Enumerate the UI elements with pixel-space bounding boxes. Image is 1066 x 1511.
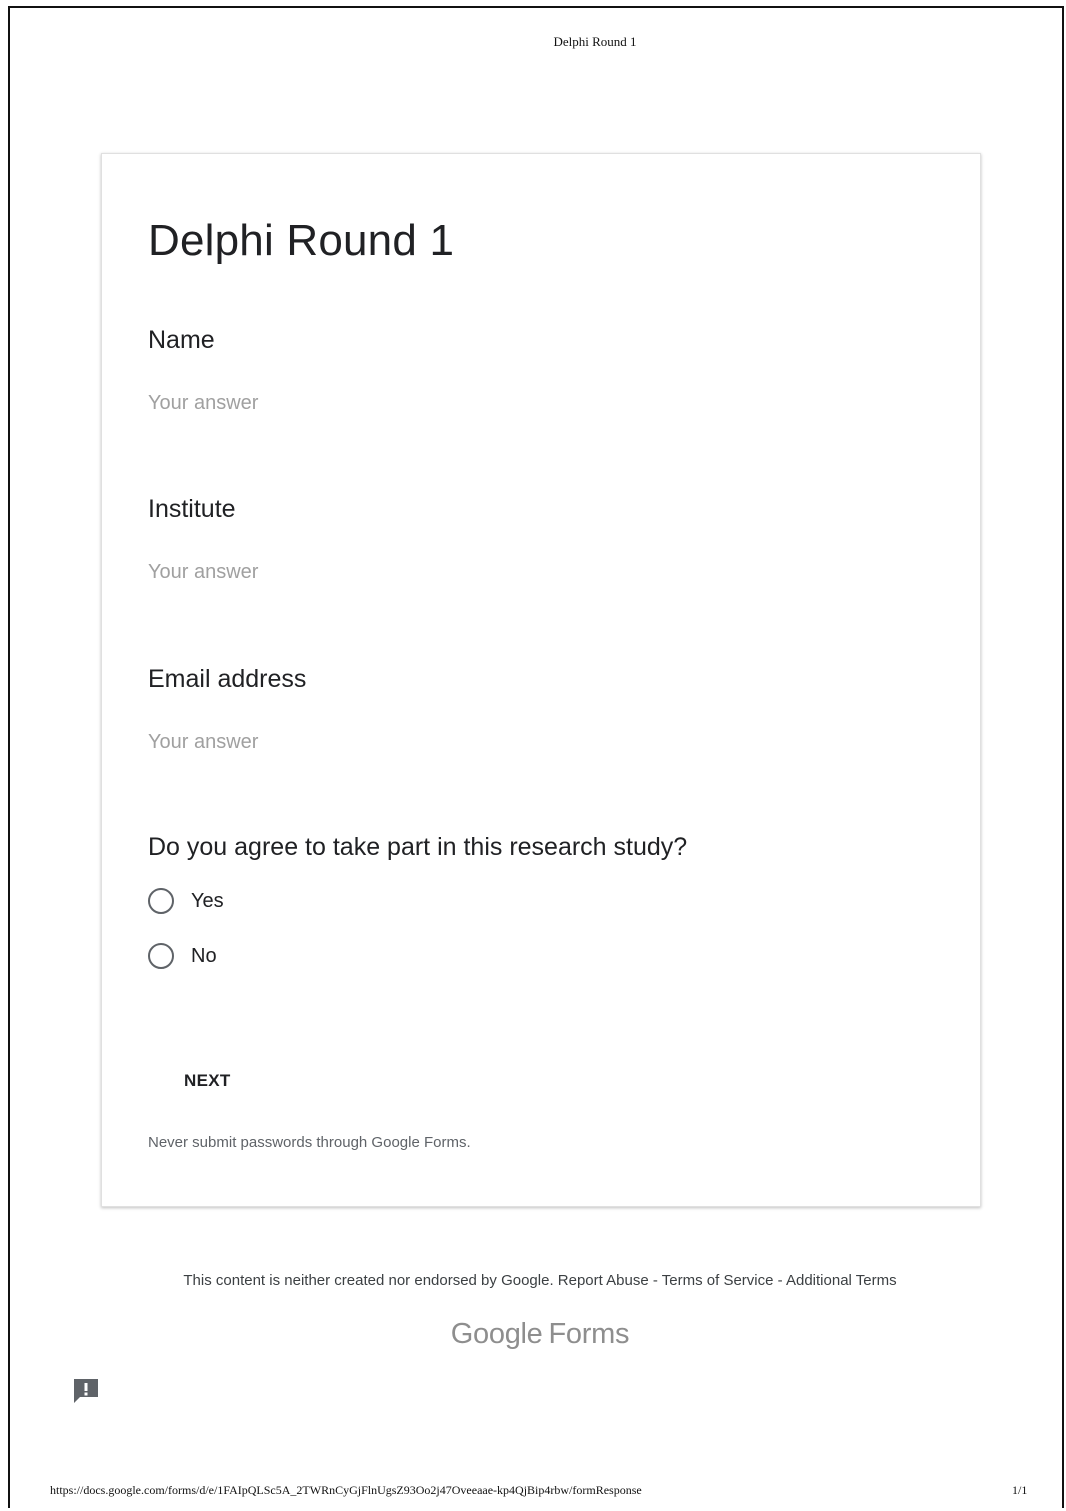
radio-option-yes[interactable]: Yes <box>148 886 687 916</box>
report-feedback-icon[interactable] <box>71 1376 101 1406</box>
footer-separator: - <box>777 1272 783 1289</box>
print-header-title: Delphi Round 1 <box>553 34 637 49</box>
question-label-institute: Institute <box>148 495 236 523</box>
radio-option-no[interactable]: No <box>148 941 687 971</box>
radio-button-yes[interactable] <box>148 888 174 914</box>
google-forms-logo[interactable]: Google Forms <box>0 1318 1066 1351</box>
brand-forms: Forms <box>548 1318 630 1350</box>
question-label-name: Name <box>148 326 215 354</box>
radio-button-no[interactable] <box>148 943 174 969</box>
form-card: Delphi Round 1 Name Institute Email addr… <box>101 153 981 1207</box>
question-name: Name <box>148 326 528 415</box>
question-email: Email address <box>148 665 528 754</box>
next-button[interactable]: NEXT <box>164 1063 251 1099</box>
question-institute: Institute <box>148 495 528 584</box>
form-title: Delphi Round 1 <box>148 216 455 265</box>
institute-field[interactable] <box>148 561 528 584</box>
radio-label-yes: Yes <box>191 889 224 912</box>
terms-of-service-link[interactable]: Terms of Service <box>662 1272 774 1289</box>
print-footer-url: https://docs.google.com/forms/d/e/1FAIpQ… <box>50 1483 642 1497</box>
question-label-consent: Do you agree to take part in this resear… <box>148 833 688 861</box>
footer-disclaimer: This content is neither created nor endo… <box>0 1272 1066 1289</box>
question-label-email: Email address <box>148 665 307 693</box>
report-feedback-icon-svg <box>74 1379 98 1403</box>
question-consent: Do you agree to take part in this resear… <box>148 833 687 971</box>
print-footer-page-number: 1/1 <box>1012 1483 1028 1497</box>
disclaimer-text: This content is neither created nor endo… <box>183 1272 554 1289</box>
additional-terms-link[interactable]: Additional Terms <box>786 1272 897 1289</box>
name-field[interactable] <box>148 392 528 415</box>
email-field[interactable] <box>148 731 528 754</box>
password-warning: Never submit passwords through Google Fo… <box>148 1134 471 1151</box>
report-abuse-link[interactable]: Report Abuse <box>558 1272 649 1289</box>
footer-separator: - <box>652 1272 658 1289</box>
radio-label-no: No <box>191 944 217 967</box>
brand-google: Google <box>450 1318 543 1350</box>
